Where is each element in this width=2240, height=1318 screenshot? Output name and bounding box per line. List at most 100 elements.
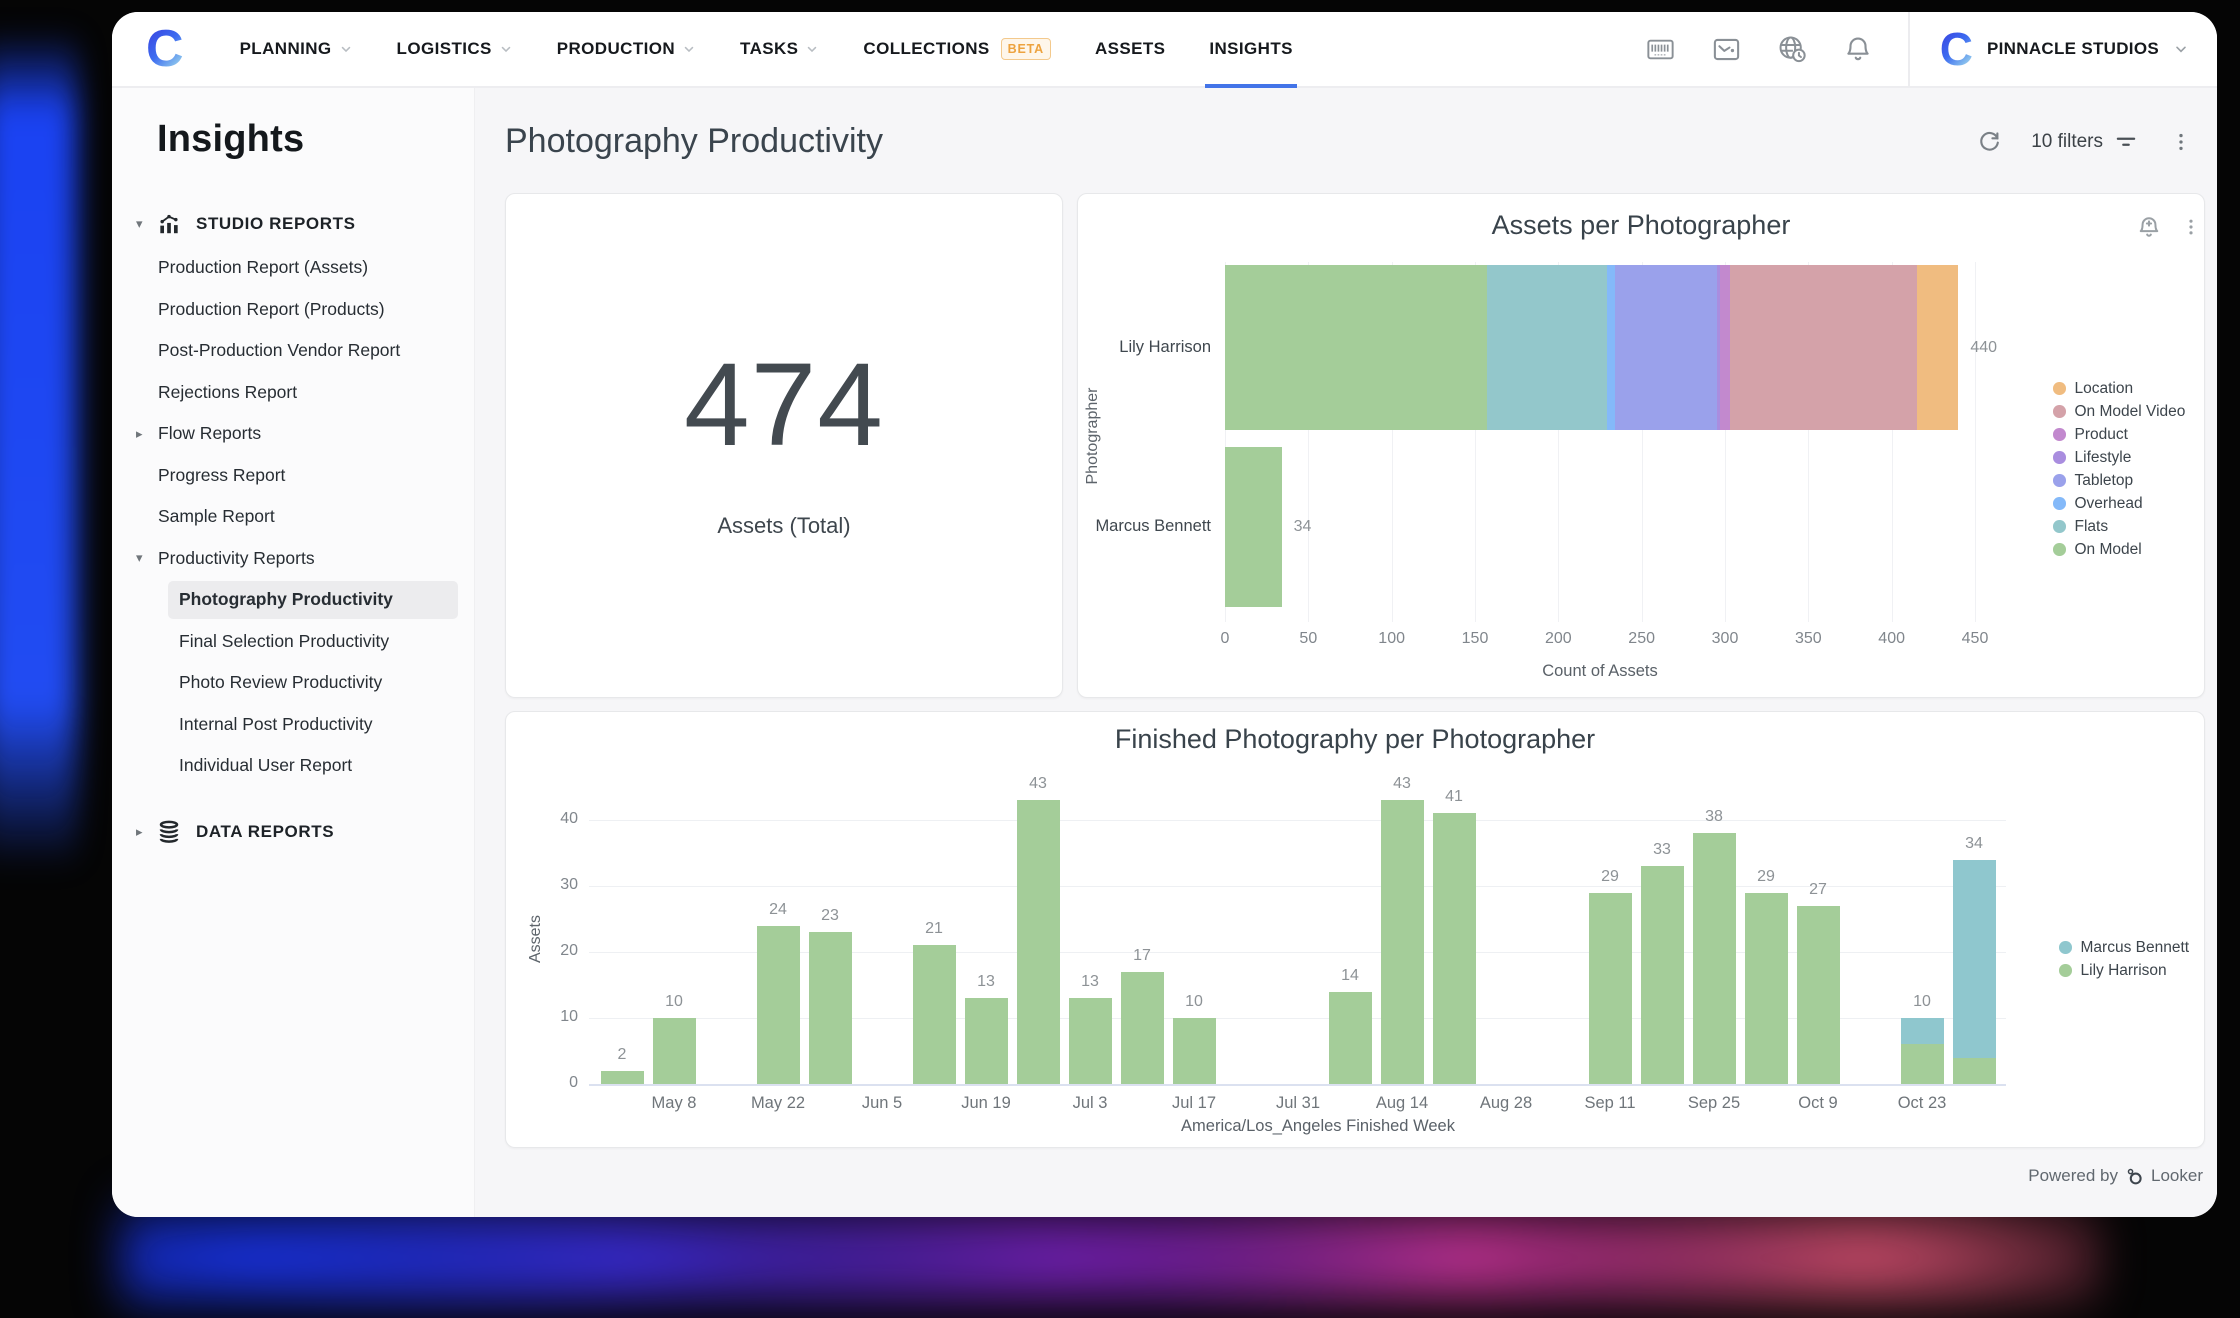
bar-segment-lily-harrison[interactable]	[601, 1071, 644, 1084]
sidebar-item-data-reports[interactable]: ▸DATA REPORTS	[112, 809, 474, 855]
sidebar-item-photo-review-productivity[interactable]: Photo Review Productivity	[112, 662, 474, 704]
bar-segment-lily-harrison[interactable]	[757, 926, 800, 1084]
legend-item-tabletop[interactable]: Tabletop	[2053, 469, 2185, 492]
sidebar-item-production-report-products-[interactable]: Production Report (Products)	[112, 289, 474, 331]
bar-segment-on-model[interactable]	[1225, 447, 1282, 607]
sidebar-item-label: Photo Review Productivity	[179, 672, 382, 693]
sidebar-item-studio-reports[interactable]: ▾STUDIO REPORTS	[112, 201, 474, 247]
x-tick-label: Oct 23	[1877, 1094, 1967, 1113]
bar-segment-lily-harrison[interactable]	[1433, 813, 1476, 1084]
expander-right-icon[interactable]: ▸	[136, 426, 143, 442]
legend-item-location[interactable]: Location	[2053, 377, 2185, 400]
bar-segment-lily-harrison[interactable]	[1069, 998, 1112, 1084]
bar-segment-lily-harrison[interactable]	[1381, 800, 1424, 1084]
legend-item-overhead[interactable]: Overhead	[2053, 492, 2185, 515]
assets-total-label: Assets (Total)	[717, 513, 850, 539]
legend-item-lily-harrison[interactable]: Lily Harrison	[2059, 959, 2189, 982]
legend-item-flats[interactable]: Flats	[2053, 515, 2185, 538]
bar-segment-lily-harrison[interactable]	[1641, 866, 1684, 1084]
sidebar-item-label: Post-Production Vendor Report	[158, 340, 400, 361]
bar-segment-lily-harrison[interactable]	[1953, 1058, 1996, 1084]
chart-title: Assets per Photographer	[1078, 210, 2204, 241]
legend-label: Flats	[2075, 518, 2109, 536]
refresh-icon[interactable]	[1973, 126, 2005, 158]
chart-panel-icon[interactable]	[1710, 33, 1742, 65]
bar-segment-location[interactable]	[1917, 265, 1959, 430]
lifestyle-legend-dot	[2053, 451, 2066, 464]
flats-legend-dot	[2053, 520, 2066, 533]
chevron-down-icon	[499, 42, 513, 56]
expander-down-icon[interactable]: ▾	[136, 216, 143, 232]
legend-item-marcus-bennett[interactable]: Marcus Bennett	[2059, 936, 2189, 959]
nav-item-planning[interactable]: PLANNING	[240, 12, 353, 86]
bar-segment-lily-harrison[interactable]	[653, 1018, 696, 1084]
bell-icon[interactable]	[1842, 33, 1874, 65]
legend-item-on-model[interactable]: On Model	[2053, 538, 2185, 561]
bar-segment-flats[interactable]	[1487, 265, 1607, 430]
bar-segment-lily-harrison[interactable]	[809, 932, 852, 1084]
nav-item-label: TASKS	[740, 39, 798, 59]
bar-segment-overhead[interactable]	[1607, 265, 1615, 430]
nav-item-logistics[interactable]: LOGISTICS	[397, 12, 513, 86]
bar-segment-lily-harrison[interactable]	[1901, 1044, 1944, 1084]
bar-segment-on-model[interactable]	[1225, 265, 1487, 430]
bar-segment-lily-harrison[interactable]	[965, 998, 1008, 1084]
chart-kebab-menu-icon[interactable]	[2176, 212, 2205, 242]
bar-segment-lily-harrison[interactable]	[1121, 972, 1164, 1084]
gridline	[589, 1018, 2006, 1019]
barcode-icon[interactable]	[1644, 33, 1676, 65]
sidebar-item-internal-post-productivity[interactable]: Internal Post Productivity	[112, 704, 474, 746]
sidebar-item-productivity-reports[interactable]: ▾Productivity Reports	[112, 538, 474, 580]
filters-label: 10 filters	[2031, 131, 2103, 153]
bar-segment-on-model-video[interactable]	[1730, 265, 1917, 430]
bar-segment-lily-harrison[interactable]	[1745, 893, 1788, 1084]
sidebar-item-photography-productivity[interactable]: Photography Productivity	[112, 579, 474, 621]
finished-photography-chart: Finished Photography per Photographer As…	[505, 711, 2205, 1148]
globe-clock-icon[interactable]	[1776, 33, 1808, 65]
bar-segment-marcus-bennett[interactable]	[1901, 1018, 1944, 1044]
sidebar-item-rejections-report[interactable]: Rejections Report	[112, 372, 474, 414]
y-axis-label: Assets	[527, 879, 545, 999]
nav-item-production[interactable]: PRODUCTION	[557, 12, 696, 86]
account-menu[interactable]: C PINNACLE STUDIOS	[1940, 26, 2189, 72]
legend-item-on-model-video[interactable]: On Model Video	[2053, 400, 2185, 423]
brand-letter: C	[146, 23, 184, 75]
nav-item-assets[interactable]: ASSETS	[1095, 12, 1165, 86]
sidebar-item-progress-report[interactable]: Progress Report	[112, 455, 474, 497]
bar-segment-lily-harrison[interactable]	[1589, 893, 1632, 1084]
sidebar-item-production-report-assets-[interactable]: Production Report (Assets)	[112, 247, 474, 289]
bar-segment-tabletop[interactable]	[1615, 265, 1717, 430]
y-axis-label: Photographer	[1084, 336, 1102, 536]
nav-item-tasks[interactable]: TASKS	[740, 12, 819, 86]
sidebar-item-individual-user-report[interactable]: Individual User Report	[112, 745, 474, 787]
bar-segment-lily-harrison[interactable]	[1017, 800, 1060, 1084]
kebab-menu-icon[interactable]	[2165, 126, 2197, 158]
sidebar-item-flow-reports[interactable]: ▸Flow Reports	[112, 413, 474, 455]
bar-segment-lily-harrison[interactable]	[1797, 906, 1840, 1084]
header-actions: 10 filters	[1973, 126, 2205, 158]
expander-right-icon[interactable]: ▸	[136, 824, 143, 840]
bar-segment-marcus-bennett[interactable]	[1953, 860, 1996, 1058]
legend-item-product[interactable]: Product	[2053, 423, 2185, 446]
bar-segment-lily-harrison[interactable]	[1693, 833, 1736, 1084]
bell-plus-icon[interactable]	[2134, 212, 2164, 242]
bar-segment-lily-harrison[interactable]	[1329, 992, 1372, 1084]
nav-item-insights[interactable]: INSIGHTS	[1209, 12, 1293, 86]
looker-brand-text[interactable]: Looker	[2151, 1166, 2203, 1186]
sidebar-item-sample-report[interactable]: Sample Report	[112, 496, 474, 538]
bar-segment-product[interactable]	[1720, 265, 1730, 430]
bar-segment-lily-harrison[interactable]	[913, 945, 956, 1084]
app-logo[interactable]: C	[146, 12, 184, 86]
nav-items: PLANNING LOGISTICS PRODUCTION TASKS COLLECTI…	[240, 12, 1293, 86]
expander-down-icon[interactable]: ▾	[136, 550, 143, 566]
bar-total-label: 38	[1684, 808, 1744, 826]
y-tick-label: 40	[536, 810, 578, 828]
y-tick-label: 20	[536, 942, 578, 960]
nav-item-collections[interactable]: COLLECTIONSBETA	[863, 12, 1051, 86]
filters-button[interactable]: 10 filters	[2031, 129, 2139, 155]
sidebar-item-post-production-vendor-report[interactable]: Post-Production Vendor Report	[112, 330, 474, 372]
account-name: PINNACLE STUDIOS	[1987, 39, 2159, 59]
sidebar-item-final-selection-productivity[interactable]: Final Selection Productivity	[112, 621, 474, 663]
bar-segment-lily-harrison[interactable]	[1173, 1018, 1216, 1084]
legend-item-lifestyle[interactable]: Lifestyle	[2053, 446, 2185, 469]
